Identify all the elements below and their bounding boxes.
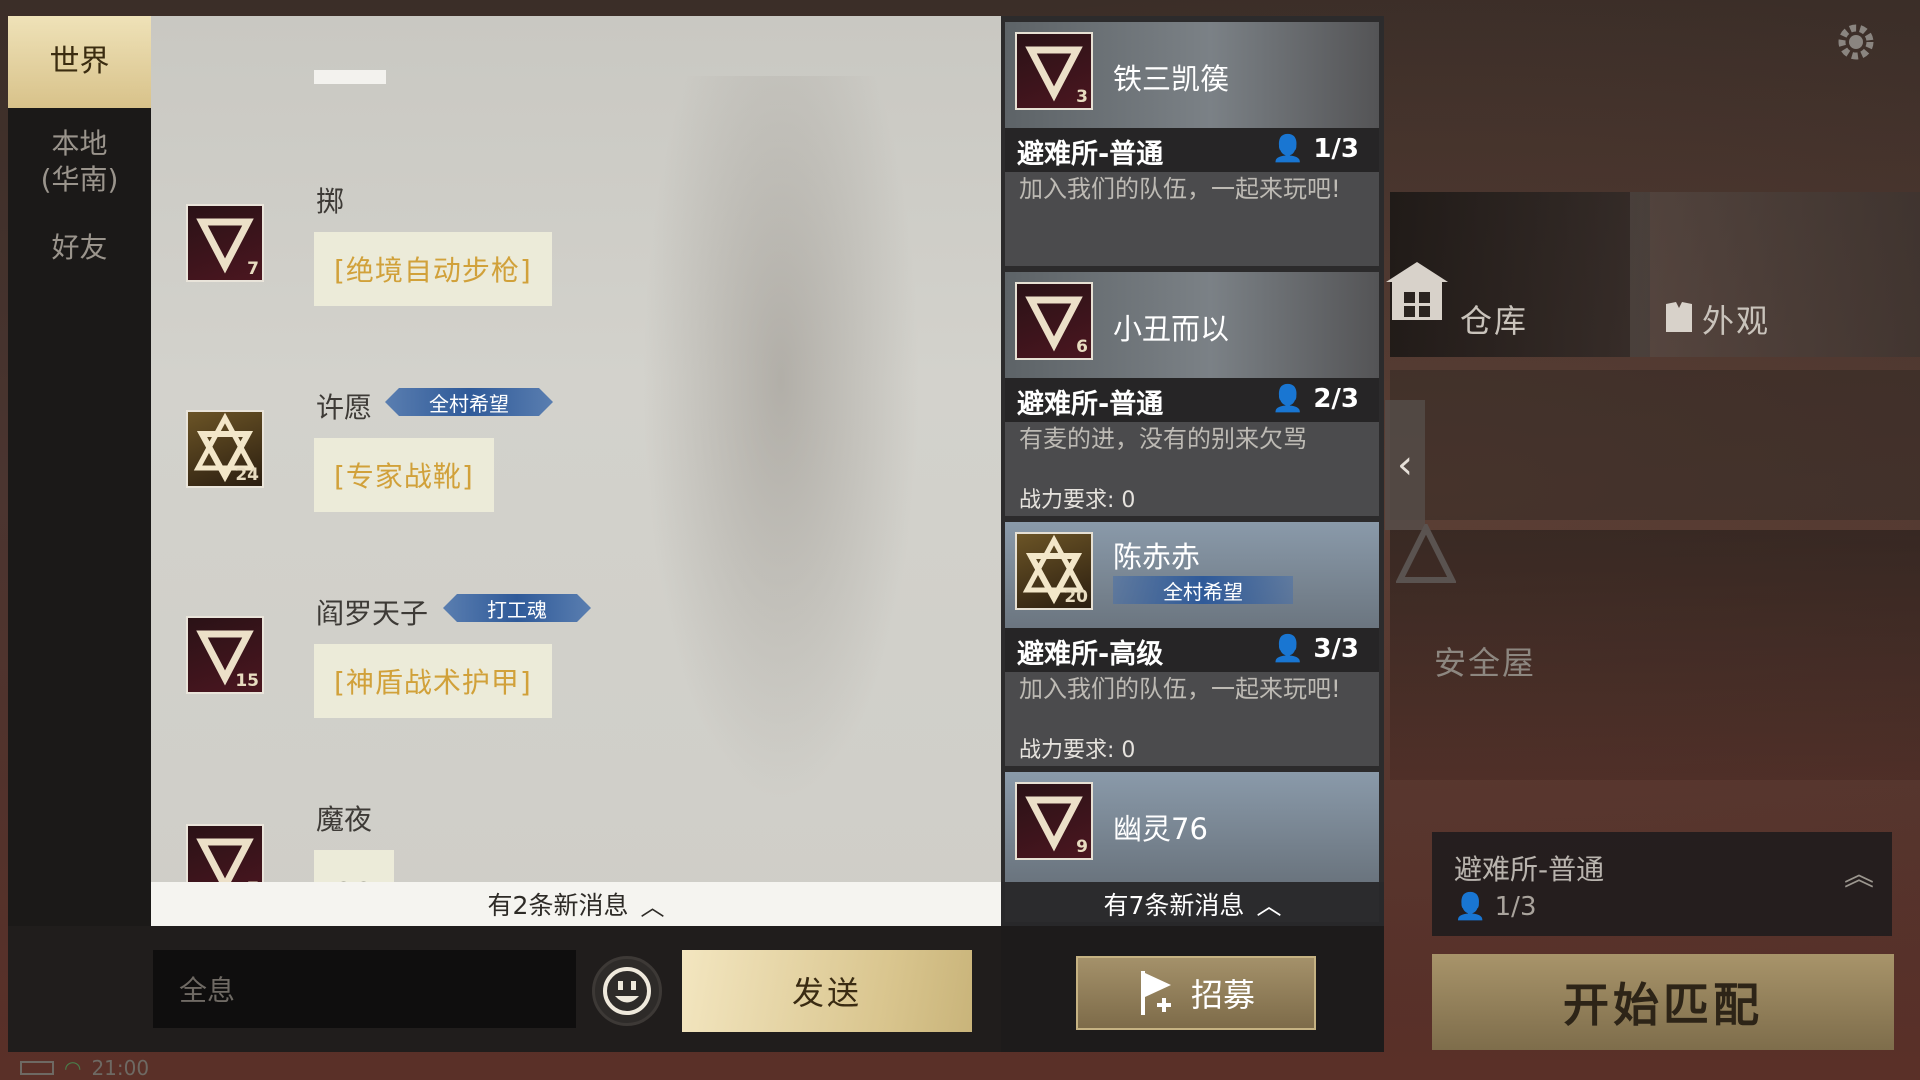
level: 9 [1076, 837, 1088, 857]
member-count: 👤 3/3 [1271, 634, 1359, 664]
room-type: 避难所-普通 [1017, 139, 1164, 170]
warehouse-button[interactable]: 仓库 [1386, 192, 1650, 357]
wifi-icon: ◠ [64, 1056, 82, 1080]
background-character [631, 76, 931, 836]
leader-name: 陈赤赤 [1113, 540, 1201, 574]
chevron-up-icon: ︿ [640, 892, 665, 921]
outfit-icon [1666, 302, 1692, 332]
item-link[interactable]: [神盾战术护甲] [314, 644, 552, 718]
title-badge: 打工魂 [443, 594, 591, 622]
room-info-strip: 避难所-高级 👤 3/3 [1005, 628, 1379, 672]
leader-name: 铁三凯篌 [1113, 62, 1230, 96]
shop-tile[interactable] [1390, 370, 1920, 520]
room-info-strip: 避难所-普通 👤 2/3 [1005, 378, 1379, 422]
recruit-button[interactable]: 招募 [1076, 956, 1316, 1030]
new-messages-label: 有2条新消息 [487, 891, 629, 920]
recruit-message: 加入我们的队伍，一起来玩吧! [1019, 675, 1341, 703]
username[interactable]: 掷 [316, 180, 344, 220]
power-requirement: 战力要求: 0 [1019, 738, 1136, 763]
avatar: 6 [1015, 282, 1093, 360]
avatar[interactable]: 15 [186, 616, 264, 694]
tab-local[interactable]: 本地 (华南) [8, 126, 151, 198]
emoji-button[interactable] [592, 956, 662, 1026]
safehouse-button[interactable]: 安全屋 [1390, 524, 1920, 780]
level: 20 [1064, 587, 1088, 607]
level: 3 [1076, 87, 1088, 107]
outfit-button[interactable]: 外观 [1630, 192, 1920, 357]
item-link[interactable]: [绝境自动步枪] [314, 232, 552, 306]
person-icon: 👤 [1271, 384, 1305, 414]
avatar: 9 [1015, 782, 1093, 860]
leader-name: 幽灵76 [1113, 812, 1208, 846]
member-count: 👤 1/3 [1271, 134, 1359, 164]
person-icon: 👤 [1271, 134, 1305, 164]
room-type: 避难所-高级 [1017, 639, 1164, 670]
avatar: 3 [1015, 32, 1093, 110]
device-status-bar: ◠ 21:00 [20, 1056, 149, 1080]
title-badge: 全村希望 [385, 388, 553, 416]
person-icon: 👤 [1271, 634, 1305, 664]
chat-input[interactable]: 全息 [153, 950, 576, 1028]
recruit-card[interactable]: 20 陈赤赤 全村希望 避难所-高级 👤 3/3 加入我们的队伍，一起来玩吧! … [1005, 522, 1379, 766]
power-requirement: 战力要求: 0 [1019, 488, 1136, 513]
item-link[interactable]: [专家战靴] [314, 438, 494, 512]
level: 24 [235, 465, 259, 485]
member-count: 👤 2/3 [1271, 384, 1359, 414]
flag-plus-icon [1140, 971, 1171, 1015]
outfit-label: 外观 [1702, 302, 1771, 340]
room-info-strip: 避难所-普通 👤 1/3 [1005, 128, 1379, 172]
battery-icon [20, 1061, 54, 1075]
title-badge: 全村希望 [1113, 576, 1293, 604]
person-icon: 👤 [1454, 892, 1487, 922]
avatar[interactable]: 24 [186, 410, 264, 488]
scroll-indicator [314, 70, 386, 84]
warehouse-icon [1386, 262, 1448, 320]
recruit-card[interactable]: 6 小丑而以 避难所-普通 👤 2/3 有麦的进，没有的别来欠骂 战力要求: 0 [1005, 272, 1379, 516]
username[interactable]: 许愿 [316, 386, 372, 426]
room-type: 避难所-普通 [1017, 389, 1164, 420]
team-count: 👤 1/3 [1454, 892, 1537, 922]
send-button[interactable]: 发送 [682, 950, 972, 1032]
settings-gear-icon[interactable] [1832, 18, 1880, 66]
level: 7 [247, 259, 259, 279]
username[interactable]: 阎罗天子 [316, 592, 428, 632]
expand-up-icon[interactable]: ︽ [1844, 850, 1874, 894]
avatar: 20 [1015, 532, 1093, 610]
start-match-button[interactable]: 开始匹配 [1432, 954, 1894, 1050]
team-title: 避难所-普通 [1454, 853, 1605, 886]
chevron-up-icon: ︿ [1256, 891, 1282, 920]
chat-channel-tabs: 世界 本地 (华南) 好友 [8, 16, 151, 1052]
world-chat-panel[interactable]: 7 掷 [绝境自动步枪] 24 许愿 全村希望 [专家战靴] 15 阎罗天子 打… [151, 16, 1001, 926]
new-messages-label: 有7条新消息 [1103, 891, 1245, 920]
recruit-card[interactable]: 3 铁三凯篌 避难所-普通 👤 1/3 加入我们的队伍，一起来玩吧! [1005, 22, 1379, 266]
safehouse-icon [1396, 524, 1456, 583]
username[interactable]: 魔夜 [316, 798, 372, 838]
avatar[interactable]: 7 [186, 204, 264, 282]
level: 6 [1076, 337, 1088, 357]
team-status-card[interactable]: 避难所-普通 👤 1/3 ︽ [1432, 832, 1892, 936]
team-recruit-panel[interactable]: 3 铁三凯篌 避难所-普通 👤 1/3 加入我们的队伍，一起来玩吧! 6 小丑而… [1001, 16, 1384, 926]
warehouse-label: 仓库 [1460, 302, 1529, 340]
recruit-new-messages-bar[interactable]: 有7条新消息 ︿ [1001, 882, 1384, 926]
level: 15 [235, 671, 259, 691]
tab-friends[interactable]: 好友 [8, 230, 151, 266]
tab-world[interactable]: 世界 [8, 16, 151, 108]
collapse-arrow-icon[interactable]: ‹ [1385, 400, 1425, 530]
recruit-message: 加入我们的队伍，一起来玩吧! [1019, 175, 1341, 203]
leader-name: 小丑而以 [1113, 312, 1230, 346]
recruit-message: 有麦的进，没有的别来欠骂 [1019, 425, 1307, 453]
safehouse-label: 安全屋 [1434, 644, 1537, 682]
recruit-label: 招募 [1190, 976, 1255, 1014]
clock: 21:00 [91, 1056, 150, 1080]
new-messages-bar[interactable]: 有2条新消息 ︿ [151, 882, 1001, 926]
smiley-icon [603, 967, 651, 1015]
